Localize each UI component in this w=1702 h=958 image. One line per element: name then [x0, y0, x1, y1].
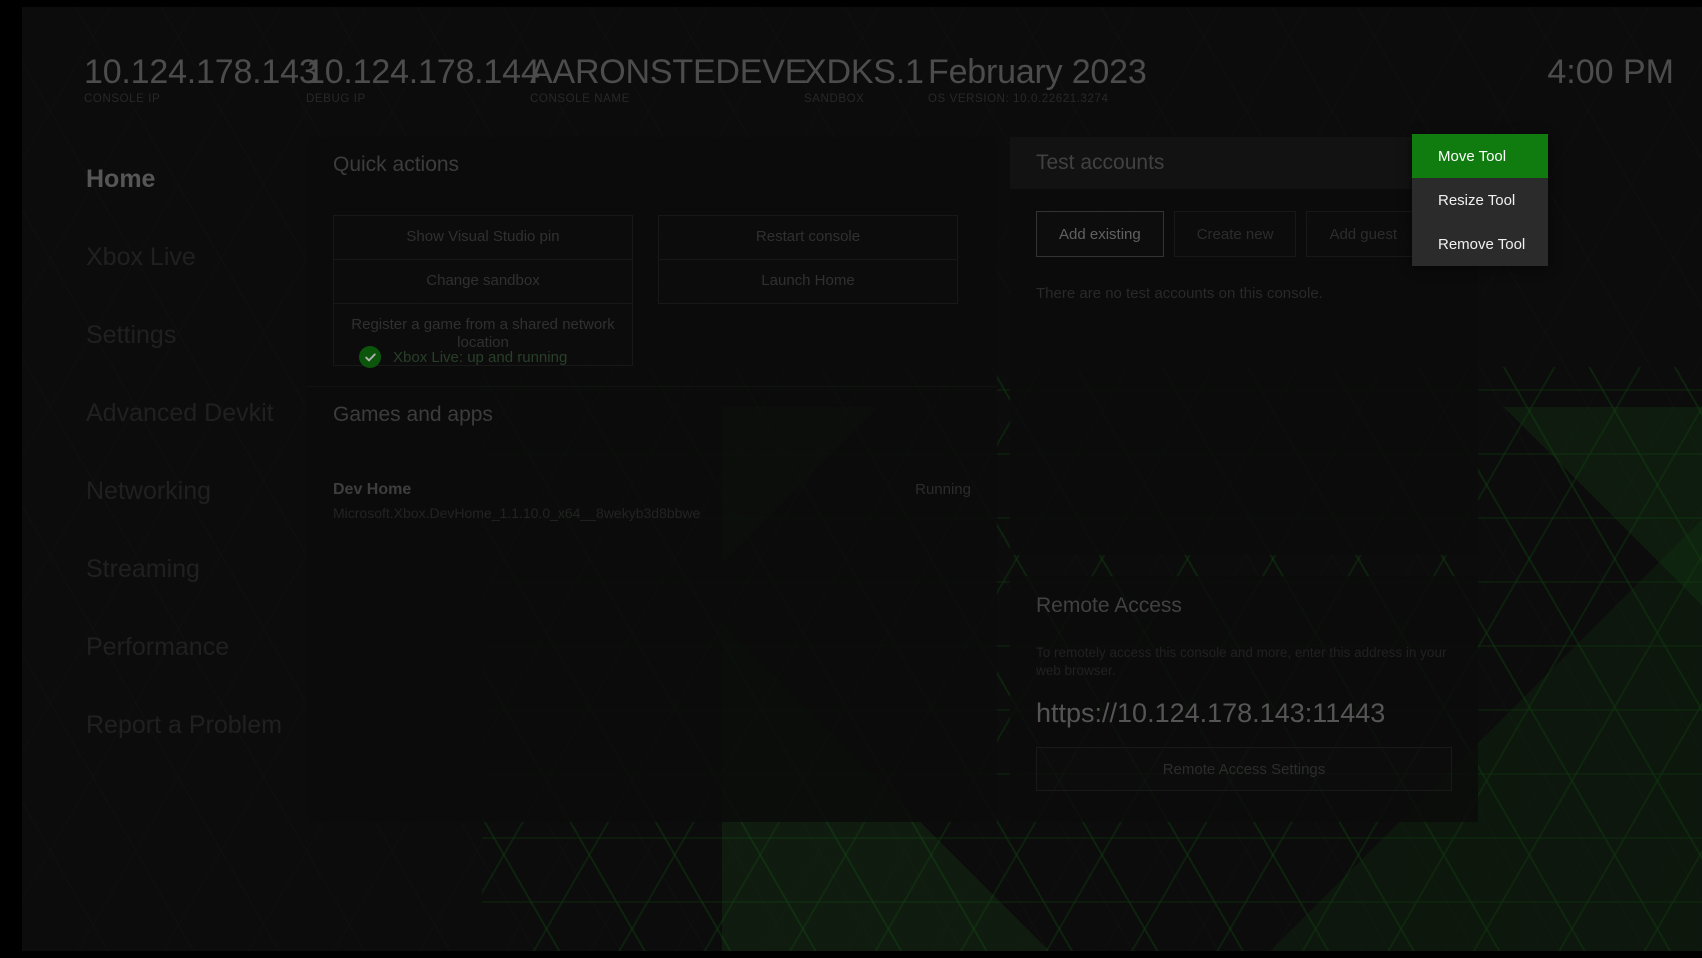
app-list-item[interactable]: Dev Home Microsoft.Xbox.DevHome_1.1.10.0…: [307, 427, 997, 523]
show-visual-studio-pin-button[interactable]: Show Visual Studio pin: [333, 215, 633, 260]
remote-access-panel: Remote Access To remotely access this co…: [1010, 576, 1478, 822]
console-header: 10.124.178.143 CONSOLE IP 10.124.178.144…: [22, 7, 1702, 122]
change-sandbox-button[interactable]: Change sandbox: [333, 258, 633, 304]
sidebar-item-networking[interactable]: Networking: [60, 452, 300, 530]
letterbox-left: [0, 0, 22, 958]
navigation-sidebar: Home Xbox Live Settings Advanced Devkit …: [60, 140, 300, 764]
letterbox-bottom: [0, 951, 1702, 958]
restart-console-button[interactable]: Restart console: [658, 215, 958, 260]
debug-ip-label: DEBUG IP: [306, 93, 366, 105]
app-status: Running: [915, 481, 971, 498]
sandbox-value: XDKS.1: [804, 53, 924, 91]
sidebar-item-settings[interactable]: Settings: [60, 296, 300, 374]
test-accounts-header: Test accounts: [1010, 137, 1478, 189]
games-and-apps-section: Games and apps Dev Home Microsoft.Xbox.D…: [307, 387, 997, 523]
clock: 4:00 PM: [1547, 53, 1674, 91]
xbox-live-status: Xbox Live: up and running: [359, 346, 567, 368]
tool-context-menu: Move Tool Resize Tool Remove Tool: [1412, 134, 1548, 266]
test-accounts-empty-message: There are no test accounts on this conso…: [1036, 285, 1323, 302]
create-new-account-button[interactable]: Create new: [1173, 211, 1297, 257]
test-accounts-title: Test accounts: [1036, 151, 1165, 174]
console-ip-value: 10.124.178.143: [84, 53, 318, 91]
app-package-family-name: Microsoft.Xbox.DevHome_1.1.10.0_x64__8we…: [333, 504, 701, 521]
header-field-console-name: AARONSTEDEVE CONSOLE NAME: [530, 52, 807, 105]
quick-actions-section: Quick actions Show Visual Studio pin Cha…: [307, 137, 997, 387]
launch-home-button[interactable]: Launch Home: [658, 258, 958, 304]
check-circle-icon: [359, 346, 381, 368]
sidebar-item-performance[interactable]: Performance: [60, 608, 300, 686]
os-version-value: February 2023: [928, 53, 1147, 91]
quick-actions-grid: Show Visual Studio pin Change sandbox Re…: [307, 177, 997, 366]
remote-access-title: Remote Access: [1036, 594, 1182, 617]
sidebar-item-home[interactable]: Home: [60, 140, 300, 218]
app-name: Dev Home: [333, 481, 412, 498]
console-name-value: AARONSTEDEVE: [530, 53, 808, 91]
add-existing-account-button[interactable]: Add existing: [1036, 211, 1164, 257]
letterbox-top: [0, 0, 1702, 7]
context-menu-item-remove-tool[interactable]: Remove Tool: [1412, 222, 1548, 266]
os-version-label: OS VERSION: 10.0.22621.3274: [928, 93, 1109, 105]
test-accounts-actions: Add existing Create new Add guest: [1010, 189, 1478, 257]
context-menu-item-resize-tool[interactable]: Resize Tool: [1412, 178, 1548, 222]
context-menu-item-move-tool[interactable]: Move Tool: [1412, 134, 1548, 178]
sidebar-item-streaming[interactable]: Streaming: [60, 530, 300, 608]
console-name-label: CONSOLE NAME: [530, 93, 630, 105]
quick-actions-left-column: Show Visual Studio pin Change sandbox Re…: [333, 215, 633, 366]
quick-actions-title: Quick actions: [333, 153, 460, 176]
add-guest-account-button[interactable]: Add guest: [1306, 211, 1420, 257]
app-info: Dev Home Microsoft.Xbox.DevHome_1.1.10.0…: [333, 479, 700, 523]
games-and-apps-title: Games and apps: [333, 403, 493, 426]
header-field-console-ip: 10.124.178.143 CONSOLE IP: [84, 52, 318, 105]
test-accounts-panel: Test accounts Add existing Create new Ad…: [1010, 137, 1478, 555]
sidebar-item-advanced-devkit[interactable]: Advanced Devkit: [60, 374, 300, 452]
sidebar-item-report-a-problem[interactable]: Report a Problem: [60, 686, 300, 764]
sidebar-item-xbox-live[interactable]: Xbox Live: [60, 218, 300, 296]
header-field-sandbox: XDKS.1 SANDBOX: [804, 52, 924, 105]
xbox-dev-home-screen: 10.124.178.143 CONSOLE IP 10.124.178.144…: [0, 0, 1702, 958]
header-field-os-version: February 2023 OS VERSION: 10.0.22621.327…: [928, 52, 1147, 105]
xbox-live-status-text: Xbox Live: up and running: [393, 348, 568, 366]
header-field-debug-ip: 10.124.178.144 DEBUG IP: [306, 52, 540, 105]
quick-actions-right-column: Restart console Launch Home: [658, 215, 958, 366]
sandbox-label: SANDBOX: [804, 93, 865, 105]
remote-access-url: https://10.124.178.143:11443: [1036, 698, 1386, 729]
debug-ip-value: 10.124.178.144: [306, 53, 540, 91]
remote-access-settings-button[interactable]: Remote Access Settings: [1036, 747, 1452, 792]
main-content-panel: Quick actions Show Visual Studio pin Cha…: [307, 137, 997, 822]
console-ip-label: CONSOLE IP: [84, 93, 161, 105]
remote-access-description: To remotely access this console and more…: [1036, 645, 1447, 679]
